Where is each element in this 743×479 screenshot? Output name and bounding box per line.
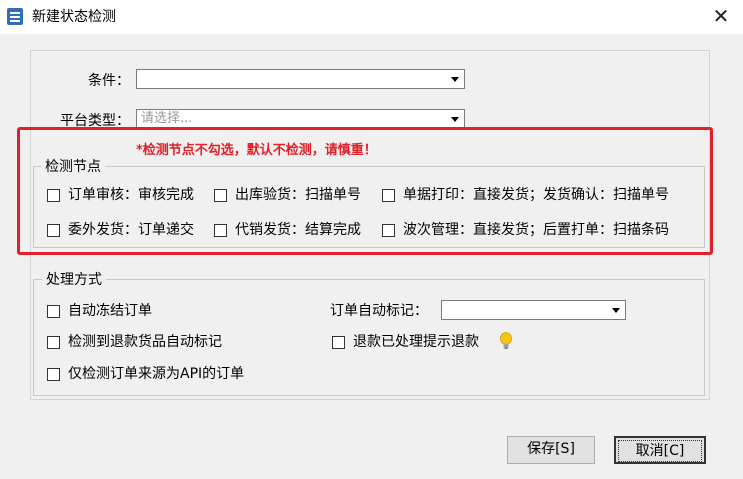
checkbox-label: 自动冻结订单 [68,303,152,319]
checkbox-label: 退款已处理提示退款 [353,334,479,350]
cancel-button-label: 取消[C] [618,440,702,462]
checkbox-label: 仅检测订单来源为API的订单 [68,366,245,382]
app-icon [7,8,23,25]
cancel-button[interactable]: 取消[C] [614,436,706,464]
auto-mark-combo[interactable] [441,300,626,320]
window-title: 新建状态检测 [32,9,116,25]
highlight-box [17,127,713,255]
lightbulb-icon[interactable] [499,332,513,350]
checkbox-box[interactable] [47,335,60,349]
checkbox-box[interactable] [332,335,345,349]
checkbox-label: 检测到退款货品自动标记 [68,334,222,350]
close-button[interactable]: ✕ [702,2,740,32]
checkbox-box[interactable] [47,367,60,381]
auto-mark-label: 订单自动标记： [330,303,428,319]
checkbox-api-only[interactable]: 仅检测订单来源为API的订单 [47,365,244,383]
chevron-down-icon[interactable] [608,302,624,318]
processing-legend: 处理方式 [42,271,106,289]
checkbox-refund-prompt[interactable]: 退款已处理提示退款 [332,333,479,351]
checkbox-auto-freeze[interactable]: 自动冻结订单 [47,302,152,320]
checkbox-box[interactable] [47,304,60,318]
checkbox-detect-refund[interactable]: 检测到退款货品自动标记 [47,333,222,351]
save-button[interactable]: 保存[S] [507,436,595,464]
